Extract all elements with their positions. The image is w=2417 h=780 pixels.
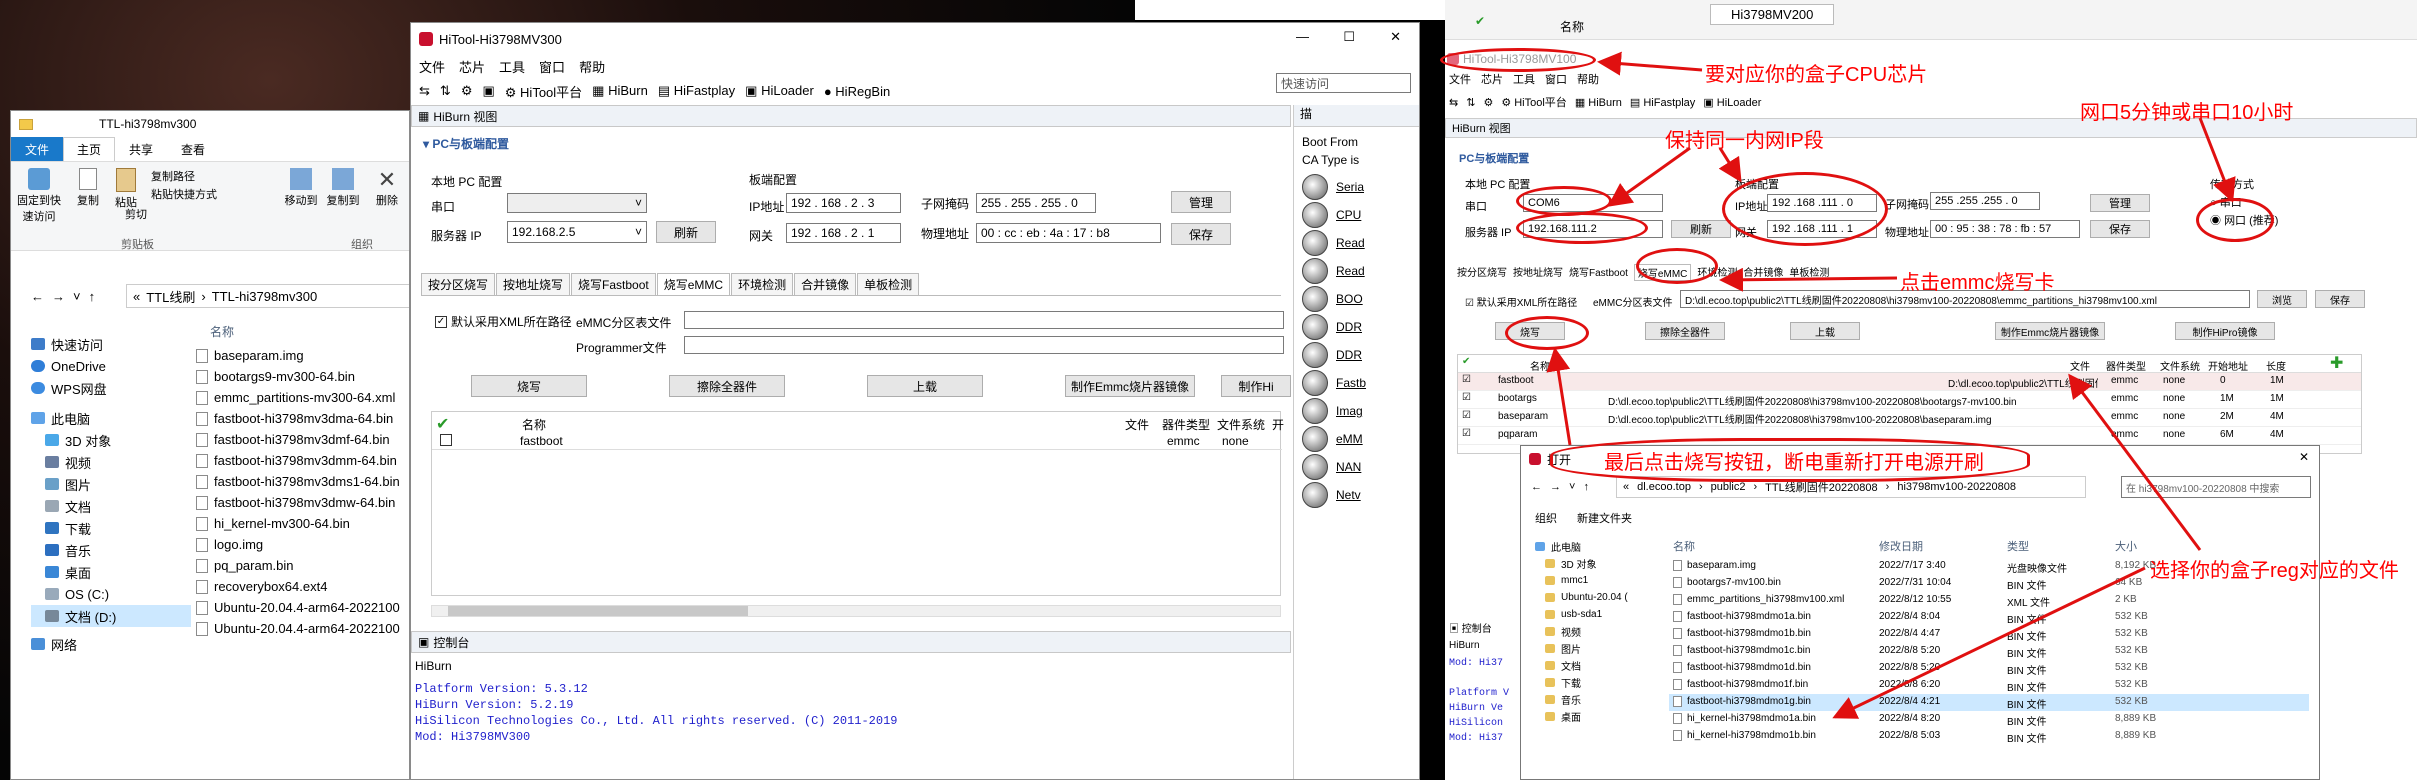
annotation-arrows <box>1546 51 2236 719</box>
arrow-burn <box>1546 347 1572 446</box>
arrow-emmc <box>1719 267 1898 292</box>
arrow-reg-row <box>2068 373 2202 551</box>
arrow-mode <box>2198 117 2236 203</box>
arrow-lan-port <box>1607 146 1691 207</box>
arrow-lan-board <box>1718 147 1742 183</box>
arrow-cpu <box>1597 51 1703 76</box>
arrow-reg-file <box>1832 566 2146 719</box>
